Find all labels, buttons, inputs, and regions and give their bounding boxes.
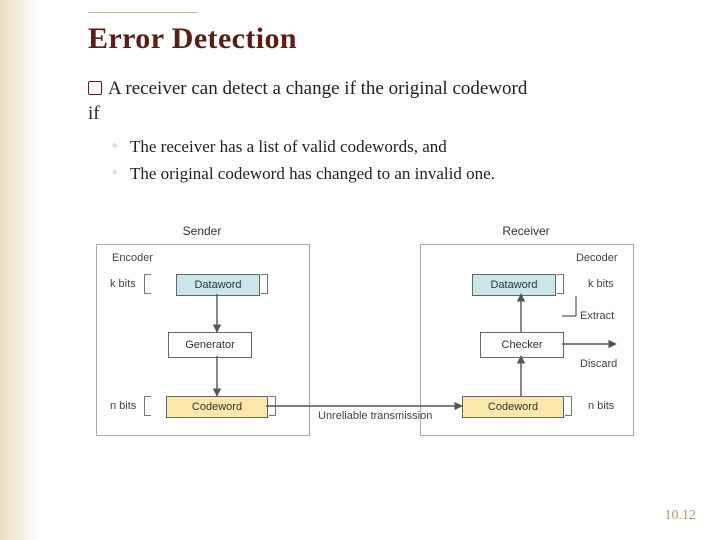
bullet-line1: A receiver can detect a change if the or… <box>108 78 527 99</box>
bracket-tick <box>144 274 152 294</box>
main-bullet: A receiver can detect a change if the or… <box>88 76 680 126</box>
page-title: Error Detection <box>88 22 297 56</box>
bracket-tick <box>268 396 276 416</box>
nbits-receiver-label: n bits <box>588 400 614 412</box>
sub-bullet: The original codeword has changed to an … <box>112 163 680 186</box>
bracket-tick <box>260 274 268 294</box>
bracket-tick <box>144 396 152 416</box>
sub-bullet: The receiver has a list of valid codewor… <box>112 136 680 159</box>
bracket-tick <box>556 274 564 294</box>
checkbox-icon <box>88 81 102 95</box>
accent-gradient <box>0 0 40 540</box>
receiver-codeword-box: Codeword <box>462 396 564 418</box>
top-hairline <box>88 12 198 13</box>
sender-codeword-box: Codeword <box>166 396 268 418</box>
discard-label: Discard <box>580 358 617 370</box>
bracket-tick <box>564 396 572 416</box>
page-number: 10.12 <box>665 508 697 524</box>
unreliable-label: Unreliable transmission <box>318 410 432 422</box>
checker-box: Checker <box>480 332 564 358</box>
kbits-receiver-label: k bits <box>588 278 614 290</box>
decoder-label: Decoder <box>576 252 618 264</box>
receiver-caption: Receiver <box>420 224 632 238</box>
slide: Error Detection A receiver can detect a … <box>0 0 720 540</box>
bullet-line2: if <box>88 103 100 124</box>
diagram: Sender Receiver Encoder Decoder Dataword… <box>90 226 644 456</box>
generator-box: Generator <box>168 332 252 358</box>
receiver-dataword-box: Dataword <box>472 274 556 296</box>
encoder-label: Encoder <box>112 252 153 264</box>
sender-caption: Sender <box>96 224 308 238</box>
sub-bullet-list: The receiver has a list of valid codewor… <box>112 136 680 190</box>
nbits-sender-label: n bits <box>110 400 136 412</box>
kbits-sender-label: k bits <box>110 278 136 290</box>
extract-label: Extract <box>580 310 614 322</box>
sender-dataword-box: Dataword <box>176 274 260 296</box>
